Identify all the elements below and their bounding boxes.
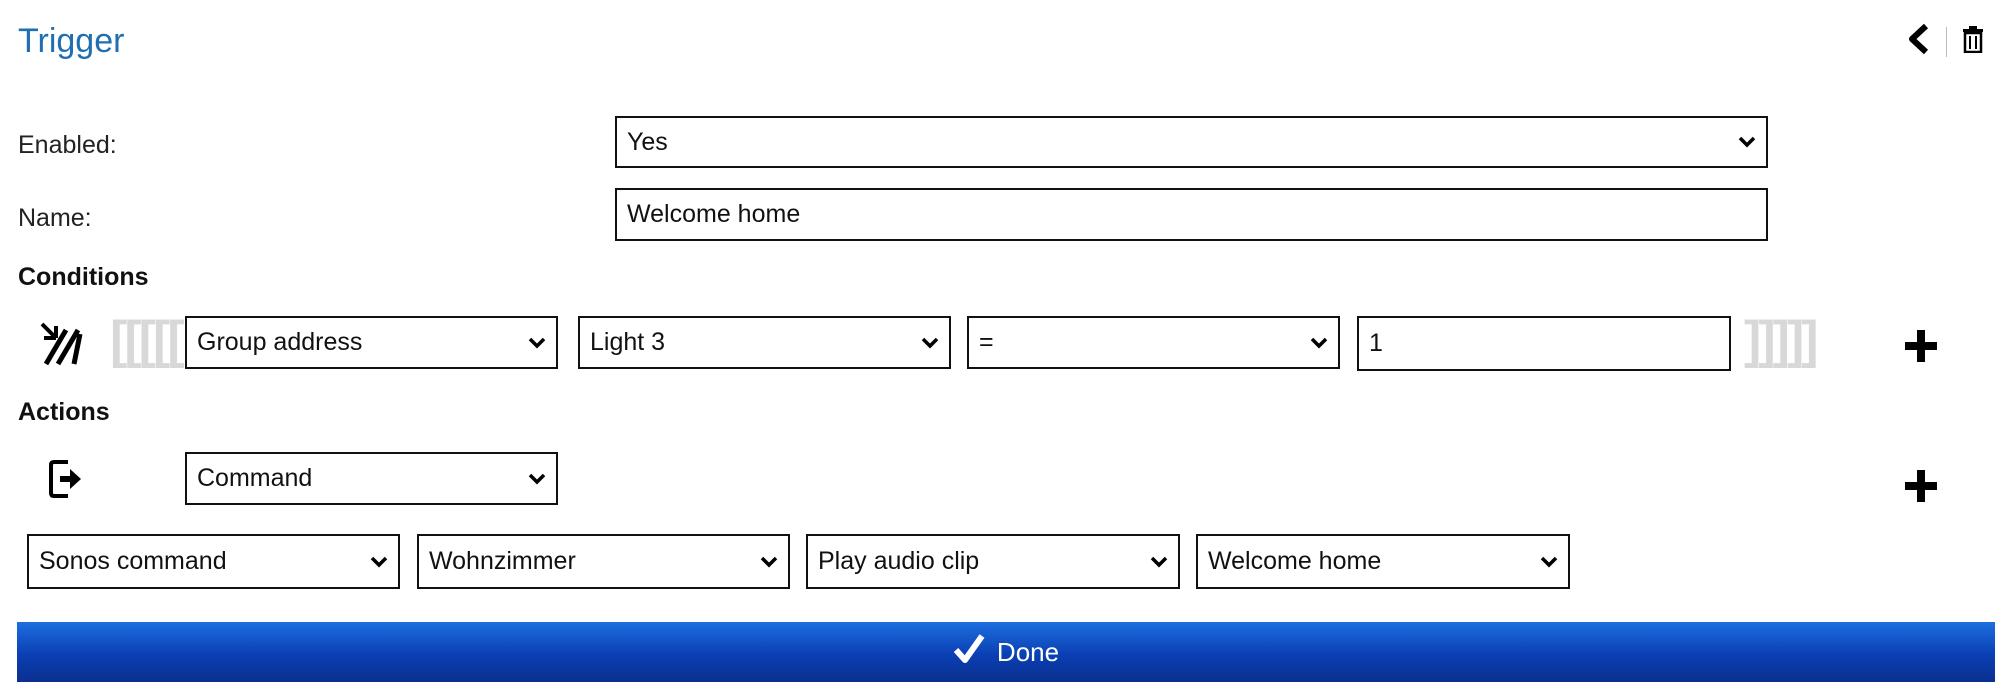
chevron-down-icon (370, 553, 388, 571)
checkmark-icon (953, 633, 985, 672)
condition-open-bracket: [[[[[ (110, 311, 185, 369)
name-label: Name: (18, 204, 92, 232)
condition-value-input[interactable]: 1 (1357, 316, 1731, 371)
done-button[interactable]: Done (17, 622, 1995, 682)
chevron-down-icon (921, 334, 939, 352)
enabled-label: Enabled: (18, 131, 117, 159)
conditions-heading: Conditions (18, 263, 149, 291)
condition-type-select[interactable]: Group address (185, 316, 558, 369)
exit-arrow-icon (48, 458, 84, 505)
action-param-value: Sonos command (39, 547, 227, 575)
plus-icon (1905, 330, 1937, 362)
condition-type-value: Group address (197, 328, 363, 356)
action-param-value: Play audio clip (818, 547, 980, 575)
action-param-value: Wohnzimmer (429, 547, 576, 575)
actions-heading: Actions (18, 398, 110, 426)
chevron-down-icon (528, 470, 546, 488)
action-param-select[interactable]: Wohnzimmer (417, 534, 790, 589)
name-value: Welcome home (627, 200, 801, 228)
chevron-down-icon (1738, 133, 1756, 151)
add-condition-button[interactable] (1904, 320, 1938, 372)
chevron-down-icon (1310, 334, 1328, 352)
condition-close-bracket: ]]]]] (1744, 311, 1819, 369)
done-label: Done (996, 636, 1060, 667)
condition-target-select[interactable]: Light 3 (578, 316, 951, 369)
chevron-down-icon (528, 334, 546, 352)
chevron-down-icon (1150, 553, 1168, 571)
action-param-select[interactable]: Sonos command (27, 534, 400, 589)
page-title: Trigger (18, 22, 125, 60)
chevron-down-icon (1540, 553, 1558, 571)
chevron-left-icon[interactable] (1906, 22, 1932, 61)
action-param-select[interactable]: Welcome home (1196, 534, 1570, 589)
condition-value: 1 (1369, 329, 1383, 357)
enabled-value: Yes (627, 127, 668, 156)
plus-icon (1905, 470, 1937, 502)
action-param-select[interactable]: Play audio clip (806, 534, 1180, 589)
action-type-value: Command (197, 464, 313, 492)
action-param-value: Welcome home (1208, 547, 1382, 575)
trigger-signal-icon (40, 320, 86, 373)
condition-operator-select[interactable]: = (967, 316, 1340, 369)
action-type-select[interactable]: Command (185, 452, 558, 505)
header-toolbar (1906, 22, 1985, 61)
trash-icon[interactable] (1961, 25, 1985, 58)
enabled-select[interactable]: Yes (615, 116, 1768, 168)
chevron-down-icon (760, 553, 778, 571)
name-field[interactable]: Welcome home (615, 188, 1768, 241)
divider (1946, 26, 1947, 57)
add-action-button[interactable] (1904, 460, 1938, 512)
condition-operator-value: = (979, 328, 994, 356)
condition-target-value: Light 3 (590, 328, 666, 356)
